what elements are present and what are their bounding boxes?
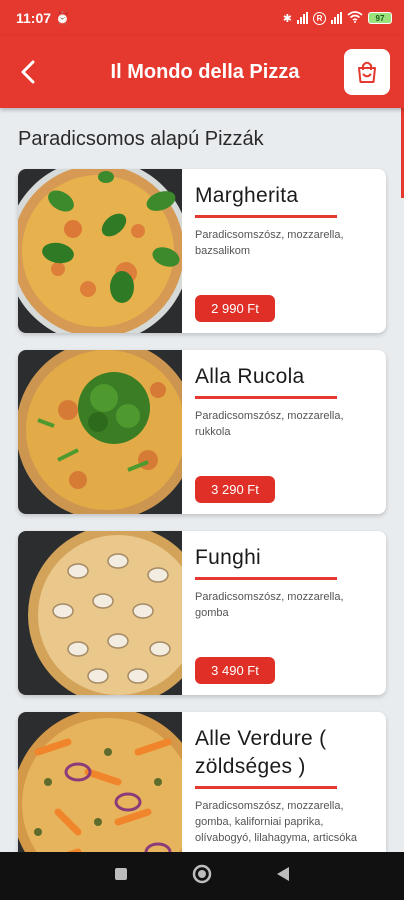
pizza-image	[18, 531, 182, 695]
name-underline	[195, 215, 337, 218]
back-button[interactable]	[0, 36, 56, 108]
pizza-card-alla-rucola[interactable]: Alla Rucola Paradicsomszósz, mozzarella,…	[18, 350, 386, 514]
circle-icon	[192, 864, 212, 883]
pizza-description: Paradicsomszósz, mozzarella, gomba, kali…	[195, 800, 358, 844]
battery-icon: 97	[368, 12, 392, 24]
recents-button[interactable]	[114, 867, 128, 886]
pizza-info: Alle Verdure ( zöldséges ) Paradicsomszó…	[195, 712, 376, 852]
home-button[interactable]	[192, 864, 212, 889]
pizza-list[interactable]: Paradicsomos alapú Pizzák Margherita Par…	[0, 108, 404, 852]
system-back-button[interactable]	[276, 866, 290, 887]
pizza-image	[18, 350, 182, 514]
price-button[interactable]: 3 290 Ft	[195, 476, 275, 503]
bluetooth-icon: ✱	[282, 12, 292, 25]
pizza-description: Paradicsomszósz, mozzarella, rukkola	[195, 410, 344, 438]
alarm-icon: ⏰	[55, 11, 70, 25]
pizza-description: Paradicsomszósz, mozzarella, bazsalikom	[195, 229, 344, 257]
pizza-card-funghi[interactable]: Funghi Paradicsomszósz, mozzarella, gomb…	[18, 531, 386, 695]
section-title: Paradicsomos alapú Pizzák	[18, 128, 264, 150]
pizza-image	[18, 712, 182, 852]
pizza-card-margherita[interactable]: Margherita Paradicsomszósz, mozzarella, …	[18, 169, 386, 333]
wifi-icon	[347, 10, 363, 26]
registered-icon: R	[313, 11, 326, 25]
back-arrow-icon	[21, 60, 35, 84]
shopping-bag-icon	[358, 61, 376, 83]
page-title: Il Mondo della Pizza	[110, 60, 300, 83]
name-underline	[195, 396, 337, 399]
system-nav-bar	[0, 852, 404, 900]
status-time: 11:07	[16, 10, 52, 26]
pizza-card-alle-verdure[interactable]: Alle Verdure ( zöldséges ) Paradicsomszó…	[18, 712, 386, 852]
price-button[interactable]: 3 490 Ft	[195, 657, 275, 684]
signal-icon-2	[331, 12, 342, 24]
cart-button[interactable]	[344, 49, 390, 95]
pizza-image	[18, 169, 182, 333]
pizza-name: Margherita	[195, 184, 299, 207]
app-bar: Il Mondo della Pizza	[0, 36, 404, 108]
name-underline	[195, 577, 337, 580]
pizza-name: Alla Rucola	[195, 365, 305, 388]
pizza-name: Alle Verdure ( zöldséges )	[195, 727, 327, 778]
pizza-description: Paradicsomszósz, mozzarella, gomba	[195, 591, 344, 619]
square-icon	[115, 867, 127, 880]
signal-icon	[297, 12, 308, 24]
price-button[interactable]: 2 990 Ft	[195, 295, 275, 322]
status-icons: ✱ R 97	[282, 10, 392, 26]
triangle-back-icon	[277, 866, 289, 881]
pizza-name: Funghi	[195, 546, 262, 569]
name-underline	[195, 786, 337, 789]
status-bar: 11:07 ⏰ ✱ R 97	[0, 0, 404, 36]
